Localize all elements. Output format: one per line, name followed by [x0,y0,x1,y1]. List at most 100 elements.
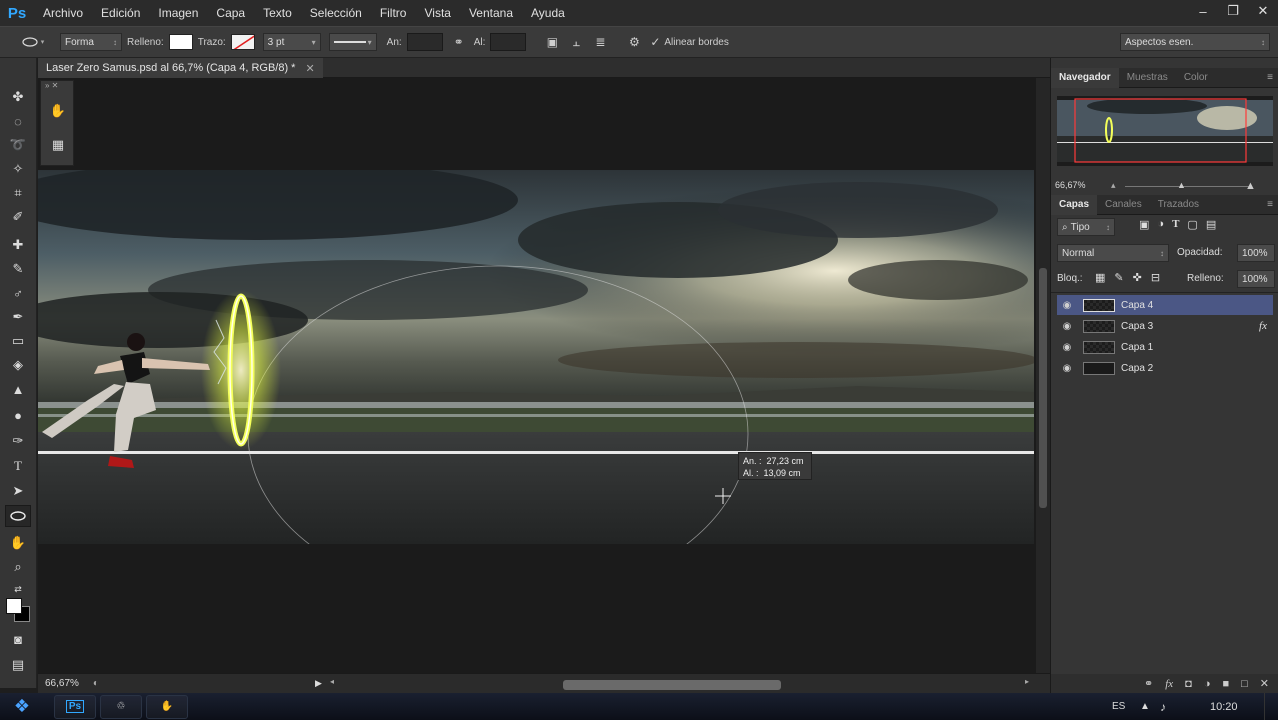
eyedropper-tool-icon[interactable]: ✐ [5,206,31,228]
tab-color[interactable]: Color [1176,68,1216,88]
lock-transparency-icon[interactable]: ▦ [1095,271,1105,284]
ellipse-tool-preset-icon[interactable]: ▾ [18,32,48,52]
restore-icon[interactable]: ❐ [1218,0,1248,22]
layer-fx-icon[interactable]: fx [1259,320,1267,332]
tool-mode-select[interactable]: Forma ↕ [60,33,122,51]
visibility-eye-icon[interactable]: ◉ [1057,321,1077,332]
scroll-right-icon[interactable]: ▸ [1025,677,1029,686]
menu-vista[interactable]: Vista [415,0,459,26]
add-layer-style-icon[interactable]: fx [1165,678,1173,690]
height-input[interactable] [490,33,527,51]
menu-capa[interactable]: Capa [207,0,254,26]
navigator-zoom-value[interactable]: 66,67% [1055,180,1086,190]
crop-tool-icon[interactable]: ⌗ [5,182,31,204]
menu-seleccion[interactable]: Selección [301,0,371,26]
tab-muestras[interactable]: Muestras [1119,68,1176,88]
document-tab[interactable]: Laser Zero Samus.psd al 66,7% (Capa 4, R… [38,58,323,78]
zoom-tool-icon[interactable]: ⌕ [5,556,31,578]
visibility-eye-icon[interactable]: ◉ [1057,363,1077,374]
workspace-select[interactable]: Aspectos esen. ↕ [1120,33,1270,51]
ellipse-tool-icon[interactable] [5,505,31,527]
canvas-area[interactable]: An. : 27,23 cm Al. : 13,09 cm [38,78,1036,673]
clone-stamp-tool-icon[interactable]: ♂ [5,282,31,304]
path-arrangement-icon[interactable]: ≣ [590,32,610,52]
minimize-icon[interactable]: ‒ [1188,0,1218,22]
zoom-in-icon[interactable]: ▲ [1245,180,1256,192]
panel-menu-icon[interactable]: ≡ [1267,72,1273,83]
layer-row[interactable]: ◉ Capa 1 [1057,337,1273,357]
menu-imagen[interactable]: Imagen [149,0,207,26]
menu-ventana[interactable]: Ventana [460,0,522,26]
status-menu-arrow-icon[interactable]: ▶ [315,678,322,689]
filter-type-icon[interactable]: T [1172,218,1179,231]
taskbar-photoshop-button[interactable]: Ps [54,694,96,719]
visibility-eye-icon[interactable]: ◉ [1057,300,1077,311]
layer-row[interactable]: ◉ Capa 2 [1057,358,1273,378]
add-mask-icon[interactable]: ◘ [1185,678,1192,690]
new-group-icon[interactable]: ■ [1222,678,1229,690]
filter-smart-object-icon[interactable]: ▤ [1206,218,1216,231]
hand-tool-icon[interactable]: ✋ [5,532,31,554]
menu-ayuda[interactable]: Ayuda [522,0,574,26]
pen-tool-icon[interactable]: ✑ [5,430,31,452]
layer-row[interactable]: ◉ Capa 4 [1057,295,1273,315]
layer-row[interactable]: ◉ Capa 3 fx [1057,316,1273,336]
vertical-scroll-thumb[interactable] [1039,268,1047,508]
panel-dock-header[interactable]: » ✕ [45,81,58,90]
filter-shape-icon[interactable]: ▢ [1187,218,1197,231]
foreground-color-swatch[interactable] [6,598,22,614]
stroke-swatch[interactable] [230,34,255,50]
filter-adjustment-icon[interactable]: ◑ [1157,218,1164,231]
navigator-zoom-slider[interactable] [1125,186,1251,187]
navigator-zoom-slider-thumb[interactable]: ▲ [1177,180,1186,190]
zoom-out-icon[interactable]: ▴ [1111,180,1116,191]
navigator-preview[interactable] [1057,96,1273,166]
blend-mode-select[interactable]: Normal ↕ [1057,244,1169,262]
path-selection-tool-icon[interactable]: ➤ [5,480,31,502]
layers-panel-menu-icon[interactable]: ≡ [1267,199,1273,210]
brush-tool-icon[interactable]: ✎ [5,258,31,280]
stroke-width-field[interactable]: 3 pt ▾ [262,33,321,51]
tab-canales[interactable]: Canales [1097,195,1150,215]
scroll-left-icon[interactable]: ◂ [330,677,334,686]
show-desktop-button[interactable] [1264,693,1278,720]
menu-filtro[interactable]: Filtro [371,0,416,26]
link-icon[interactable]: ⚭ [449,32,469,52]
lock-position-icon[interactable]: ✜ [1133,271,1142,284]
tab-navegador[interactable]: Navegador [1051,67,1119,88]
stroke-style-select[interactable]: ▾ [328,33,377,51]
layer-fill-field[interactable]: 100% [1237,270,1275,288]
tab-capas[interactable]: Capas [1051,194,1098,215]
new-adjustment-layer-icon[interactable]: ◑ [1204,678,1211,690]
status-zoom[interactable]: 66,67% [45,678,79,689]
healing-brush-tool-icon[interactable]: ✚ [5,234,31,256]
width-input[interactable] [406,33,443,51]
clock[interactable]: 10:20 [1210,701,1238,713]
close-icon[interactable]: ✕ [1248,0,1278,22]
horizontal-scroll-thumb[interactable] [563,680,781,690]
layer-filter-select[interactable]: ⌕ Tipo ↕ [1057,218,1115,236]
align-edges-checkbox[interactable]: ✓ [648,32,662,52]
start-button-icon[interactable]: ❖ [0,693,44,720]
status-info-icon[interactable]: ◐ [93,678,99,689]
marquee-tool-icon[interactable]: ◌ [5,110,31,132]
history-brush-tool-icon[interactable]: ✒ [5,306,31,328]
filter-pixel-icon[interactable]: ▣ [1139,218,1149,231]
menu-texto[interactable]: Texto [254,0,301,26]
gear-icon[interactable]: ⚙ [624,32,644,52]
tab-trazados[interactable]: Trazados [1150,195,1207,215]
quick-mask-icon[interactable]: ◙ [5,628,31,650]
close-tab-icon[interactable]: ✕ [305,62,314,75]
fill-swatch[interactable] [168,34,193,50]
eraser-tool-icon[interactable]: ▭ [5,330,31,352]
lasso-tool-icon[interactable]: ➰ [5,134,31,156]
blur-tool-icon[interactable]: ▲ [5,378,31,400]
new-layer-icon[interactable]: □ [1241,678,1248,690]
swap-colors-icon[interactable]: ⇄ [5,578,31,600]
lock-all-icon[interactable]: ⊟ [1151,271,1160,284]
menu-edicion[interactable]: Edición [92,0,149,26]
taskbar-app-button[interactable]: ✋ [146,694,188,719]
volume-icon[interactable]: ♪ [1160,700,1166,714]
language-indicator[interactable]: ES [1112,701,1125,712]
opacity-field[interactable]: 100% [1237,244,1275,262]
